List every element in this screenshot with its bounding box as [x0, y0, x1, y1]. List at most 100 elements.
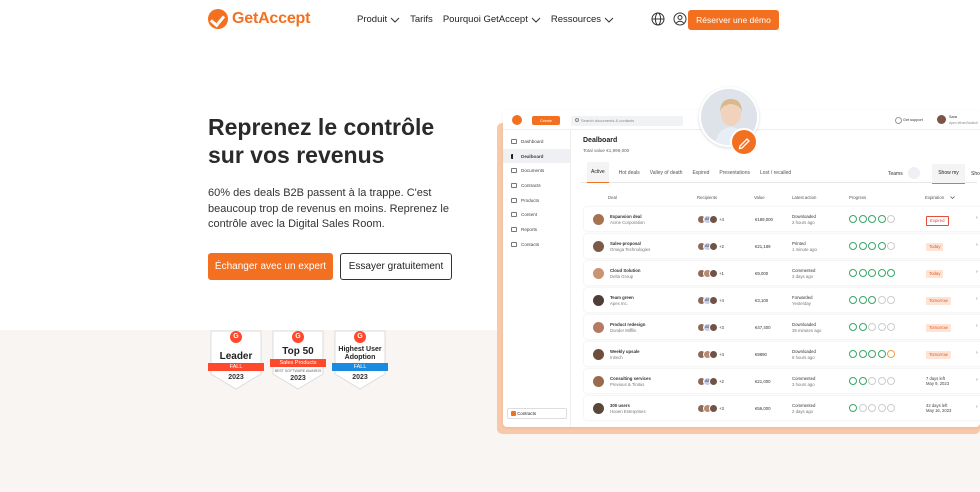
badge-ribbon: FALL: [332, 363, 388, 371]
row-action-chevron[interactable]: ›: [976, 404, 978, 410]
latest-action-cell: Downloaded 6 hours ago: [792, 349, 816, 360]
row-action-chevron[interactable]: ›: [976, 350, 978, 356]
progress-step-icon: [868, 323, 876, 331]
table-row[interactable]: Weekly upsale Initech +4 €9890 Downloaded 6 h…: [584, 342, 980, 366]
teams-filter[interactable]: Teams: [888, 171, 903, 177]
table-row[interactable]: Sales-proposal Omega Technologies AB +2 €21,…: [584, 234, 980, 258]
book-demo-button[interactable]: Réserver une démo: [688, 10, 779, 30]
deal-avatar: [593, 240, 604, 252]
table-row[interactable]: Team green Apex Inc. AB +4 €3,100 Forwarded Ye…: [584, 288, 980, 312]
filter-icon[interactable]: [908, 167, 920, 179]
latest-action-time: Yesterday: [792, 300, 811, 306]
deal-company: Acme Corporation: [610, 219, 645, 225]
support-link[interactable]: Get support: [895, 115, 923, 125]
progress-step-icon: [849, 269, 857, 277]
latest-action-cell: Downloaded 2 hours ago: [792, 214, 816, 225]
deal-avatar: [593, 267, 604, 279]
deal-cell: Consulting services Previous & Tinitus: [610, 376, 651, 387]
sidebar-item-content[interactable]: Content: [503, 207, 570, 222]
table-row[interactable]: Consulting services Previous & Tinitus AB +…: [584, 369, 980, 393]
deal-company: Previous & Tinitus: [610, 381, 645, 387]
brand-logo[interactable]: GetAccept: [208, 9, 310, 29]
progress-step-icon: [858, 323, 867, 331]
app-search-input[interactable]: Search documents & contacts: [571, 116, 683, 126]
badge-year: 2023: [290, 375, 306, 382]
row-action-chevron[interactable]: ›: [976, 215, 978, 221]
user-company: Apex #fromScratch: [949, 121, 978, 125]
latest-action: Commented: [792, 376, 816, 381]
row-action-chevron[interactable]: ›: [976, 296, 978, 302]
col-value[interactable]: Value: [754, 195, 765, 200]
row-action-chevron[interactable]: ›: [976, 242, 978, 248]
sidebar-item-dashboard[interactable]: Dashboard: [503, 134, 570, 149]
recipient-count: +4: [719, 297, 724, 303]
expiration-badge: Today: [926, 269, 944, 278]
badge-title: Top 50: [282, 346, 314, 357]
sidebar-bottom-label: Contracts: [517, 411, 537, 416]
tab-expired[interactable]: Expired: [692, 170, 709, 176]
sidebar-item-contacts[interactable]: Contacts: [503, 237, 570, 252]
tab-hot-deals[interactable]: Hot deals: [619, 170, 640, 176]
progress-step-icon: [887, 323, 895, 331]
deal-company: Omega Technologies: [610, 246, 651, 252]
sidebar-item-contracts[interactable]: Contracts: [503, 178, 570, 193]
sidebar-bottom-selector[interactable]: Contracts: [507, 408, 567, 419]
create-button[interactable]: Create: [532, 116, 560, 125]
row-action-chevron[interactable]: ›: [976, 377, 978, 383]
latest-action-time: 1 minute ago: [792, 246, 817, 252]
tab-lost-recalled[interactable]: Lost / recalled: [760, 170, 791, 176]
recipient-count: +4: [719, 351, 724, 357]
user-avatar[interactable]: [937, 115, 946, 124]
header-icons: [651, 12, 687, 26]
edit-pen-icon[interactable]: [730, 128, 758, 156]
sidebar-item-reports[interactable]: Reports: [503, 222, 570, 237]
deal-value: €189,000: [755, 216, 773, 222]
row-action-chevron[interactable]: ›: [976, 323, 978, 329]
deal-cell: Sales-proposal Omega Technologies: [610, 241, 650, 252]
table-row[interactable]: Product redesign Dunder Mifflin AB +3 €47,40…: [584, 315, 980, 339]
sidebar-item-products[interactable]: Products: [503, 193, 570, 208]
col-recipients[interactable]: Recipients: [697, 195, 717, 200]
recipient-count: +4: [719, 216, 724, 222]
row-action-chevron[interactable]: ›: [976, 269, 978, 275]
latest-action: Commented: [792, 268, 816, 273]
col-deal[interactable]: Deal: [608, 195, 617, 200]
deal-avatar: [593, 402, 604, 414]
latest-action-time: 6 hours ago: [792, 354, 815, 360]
progress-step-icon: [868, 350, 876, 358]
progress-step-icon: [858, 242, 867, 250]
recipient-count: +3: [719, 405, 724, 411]
progress-step-icon: [887, 377, 895, 385]
brand-name: GetAccept: [232, 10, 311, 27]
deal-cell: Cloud Solution Delta Group: [610, 268, 641, 279]
sidebar-item-dealboard[interactable]: Dealboard: [503, 148, 570, 164]
tab-presentations[interactable]: Presentations: [719, 170, 750, 176]
globe-icon[interactable]: [651, 12, 665, 26]
table-row[interactable]: Expansion deal Acme Corporation AB +4 €189,0…: [584, 207, 980, 231]
table-row[interactable]: 300 users Hooen Enterprises +3 €56,000 Comme…: [584, 396, 980, 420]
table-row[interactable]: Cloud Solution Delta Group +1 €9,000 Comment…: [584, 261, 980, 285]
user-name: Sara: [949, 115, 958, 119]
hero-title-line1: Reprenez le contrôle: [208, 114, 435, 140]
show-my-button[interactable]: Show my: [932, 164, 965, 184]
hero-title: Reprenez le contrôle sur vos revenus: [208, 113, 488, 169]
progress-step-icon: [877, 269, 886, 277]
menu-item-ressources[interactable]: Ressources: [551, 14, 614, 25]
col-progress[interactable]: Progress: [849, 195, 866, 200]
menu-item-pourquoi[interactable]: Pourquoi GetAccept: [443, 14, 541, 25]
col-latest-action[interactable]: Latest action: [792, 195, 816, 200]
dealboard-icon: [511, 153, 517, 159]
g2-logo-icon: G: [292, 331, 304, 343]
menu-item-tarifs[interactable]: Tarifs: [410, 14, 433, 25]
tab-valley-of-death[interactable]: Valley of death: [650, 170, 683, 176]
progress-step-icon: [877, 377, 886, 385]
deal-name: Sales-proposal: [610, 241, 641, 246]
user-icon[interactable]: [673, 12, 687, 26]
progress-step-icon: [858, 350, 867, 358]
talk-to-expert-button[interactable]: Échanger avec un expert: [208, 253, 333, 280]
try-free-button[interactable]: Essayer gratuitement: [340, 253, 452, 280]
menu-item-produit[interactable]: Produit: [357, 14, 400, 25]
tab-active[interactable]: Active: [587, 162, 609, 183]
col-expiration[interactable]: Expiration: [925, 195, 944, 200]
sidebar-item-documents[interactable]: Documents: [503, 163, 570, 178]
